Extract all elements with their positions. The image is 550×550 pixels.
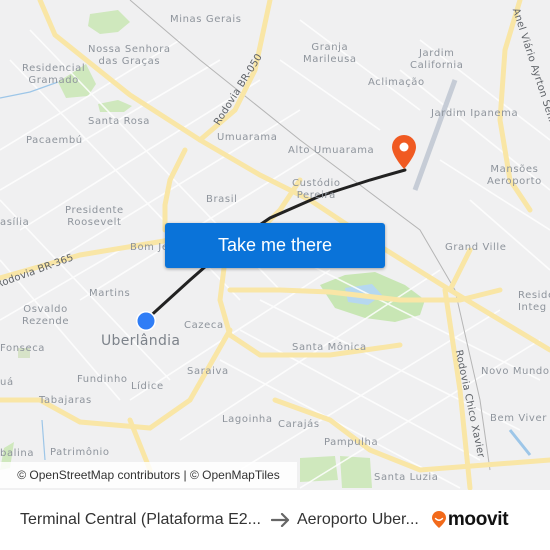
brand-name: moovit [447, 509, 509, 530]
map-label-tabajaras: Tabajaras [39, 395, 92, 406]
map-label-bem-viver: Bem Viver [490, 413, 547, 424]
map-label-bal: balina [0, 448, 35, 459]
map-label-fundinho: Fundinho [77, 374, 128, 385]
origin-dot-icon[interactable] [135, 310, 157, 332]
map-label-presidente-roosevelt: Presidente Roosevelt [65, 205, 124, 228]
map-label-brasilia: asília [0, 217, 30, 228]
route-footer: Terminal Central (Plataforma E2... Aerop… [0, 490, 550, 550]
map-label-jardim-california: Jardim California [410, 48, 464, 71]
map-label-bom-jesus: Bom Je [130, 242, 169, 253]
destination-name: Aeroporto Uber... [296, 511, 419, 528]
map-label-residencial-integracao: Reside Integ [518, 290, 550, 313]
map-label-ua: uá [0, 377, 14, 388]
map-attribution[interactable]: © OpenStreetMap contributors | © OpenMap… [0, 462, 297, 488]
map-label-cazeca: Cazeca [184, 320, 224, 331]
map-label-novo-mundo: Novo Mundo [481, 366, 550, 377]
map-label-saraiva: Saraiva [187, 366, 229, 377]
map-label-osvaldo-rezende: Osvaldo Rezende [22, 304, 70, 327]
map-label-mansoes-aeroporto: Mansões Aeroporto [487, 164, 542, 187]
map-label-pampulha: Pampulha [324, 437, 379, 448]
map-label-fonseca: Fonseca [0, 343, 46, 354]
map-label-patrimonio: Patrimônio [50, 447, 110, 458]
destination-pin-icon[interactable] [391, 134, 417, 170]
map-view[interactable]: Minas Gerais Nossa Senhora das Graças Re… [0, 0, 550, 490]
map-label-lagoinha: Lagoinha [222, 414, 273, 425]
map-label-lidice: Lídice [131, 381, 164, 392]
take-me-there-button[interactable]: Take me there [165, 223, 385, 268]
moovit-logo[interactable]: moovit [431, 509, 509, 531]
map-label-custodio-pereira: Custódio Pereira [292, 178, 341, 201]
map-label-granja-marileusa: Granja Marileusa [303, 42, 357, 65]
map-label-santa-monica: Santa Mônica [292, 342, 367, 353]
map-label-jardim-ipanema: Jardim Ipanema [431, 108, 519, 119]
arrow-right-icon [270, 513, 291, 527]
map-label-minas-gerais: Minas Gerais [170, 14, 242, 25]
map-label-aclimacao: Aclimação [368, 77, 425, 88]
map-label-nossa-senhora: Nossa Senhora das Graças [88, 44, 171, 67]
map-label-city: Uberlândia [101, 333, 181, 349]
map-label-martins: Martins [89, 288, 131, 299]
map-label-alto-umuarama: Alto Umuarama [288, 145, 375, 156]
map-label-brasil: Brasil [206, 194, 238, 205]
map-label-carajas: Carajás [278, 419, 320, 430]
map-label-residencial-gramado: Residencial Gramado [22, 63, 86, 86]
map-label-grand-ville: Grand Ville [445, 242, 507, 253]
map-label-umuarama: Umuarama [217, 132, 278, 143]
map-label-santa-rosa: Santa Rosa [88, 116, 150, 127]
origin-name: Terminal Central (Plataforma E2... [20, 511, 261, 528]
map-label-santa-luzia: Santa Luzia [374, 472, 439, 483]
attribution-text[interactable]: © OpenStreetMap contributors | © OpenMap… [17, 468, 279, 482]
map-label-pacaembu: Pacaembú [26, 135, 83, 146]
moovit-pin-icon [431, 511, 446, 528]
